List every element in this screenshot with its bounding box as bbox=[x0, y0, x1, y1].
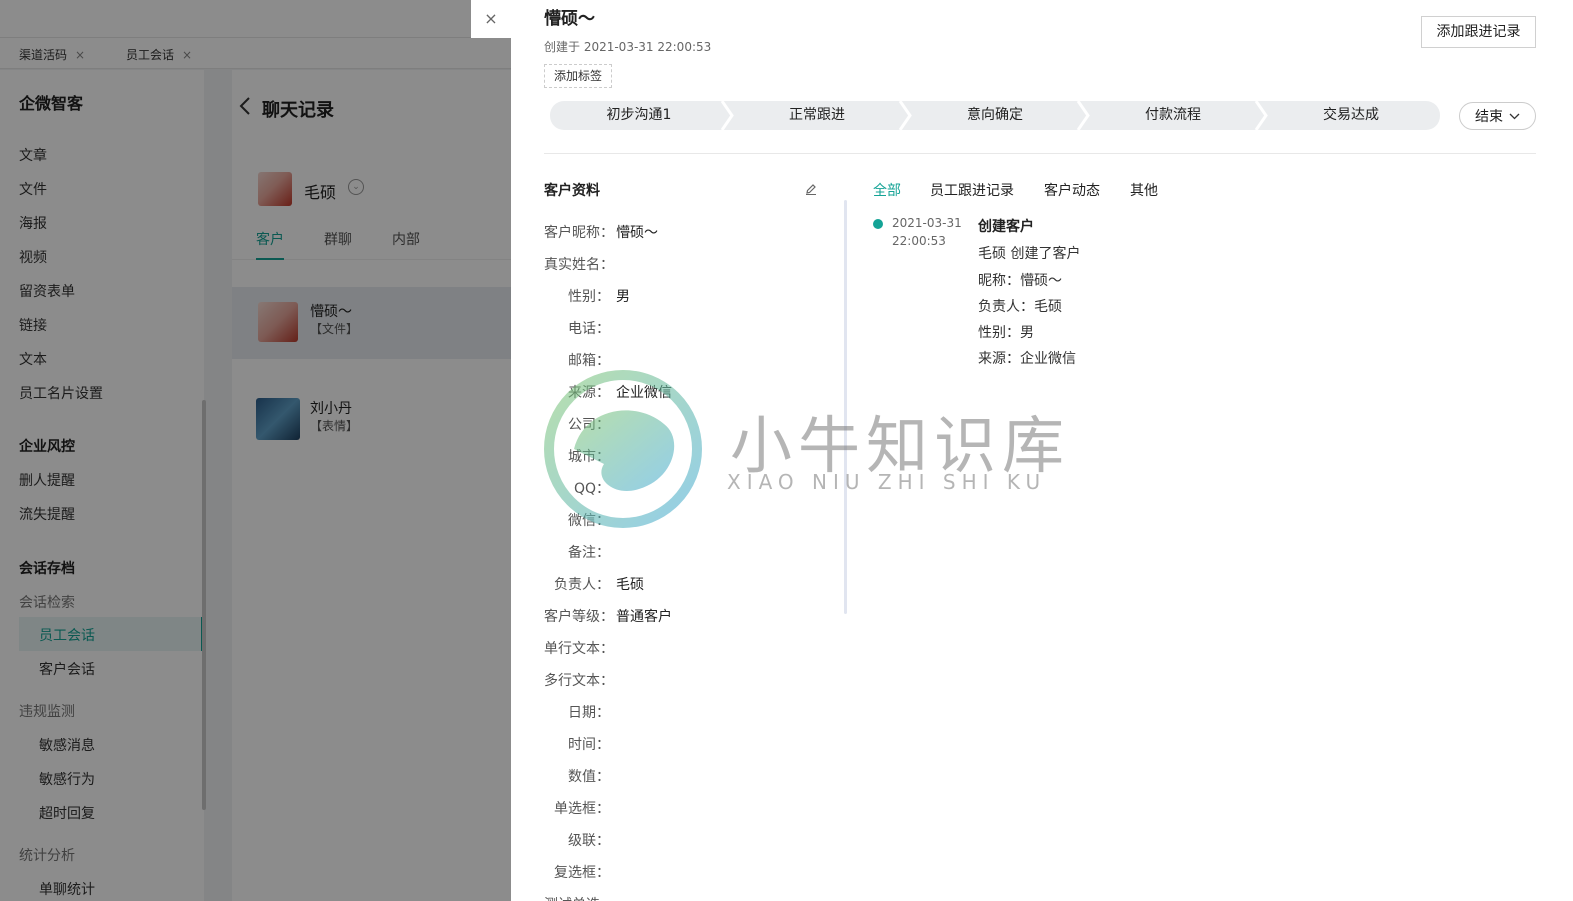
field-label: 单选框： bbox=[554, 801, 610, 817]
timeline-line: 来源：企业微信 bbox=[978, 351, 1076, 367]
timeline-line: 负责人：毛硕 bbox=[978, 299, 1062, 315]
field-value: 男 bbox=[616, 289, 630, 305]
field-label: 城市： bbox=[568, 449, 610, 465]
stage-item[interactable]: 初步沟通1 bbox=[550, 101, 728, 130]
stage-separator bbox=[1254, 101, 1268, 130]
stage-progress: 初步沟通1 正常跟进 意向确定 付款流程 交易达成 bbox=[550, 101, 1440, 130]
stage-separator bbox=[898, 101, 912, 130]
field-label: 性别： bbox=[568, 289, 610, 305]
field-label: 级联： bbox=[568, 833, 610, 849]
timeline-line: 性别：男 bbox=[978, 325, 1034, 341]
customer-info-title: 客户资料 bbox=[544, 183, 600, 199]
field-label: 单行文本： bbox=[544, 641, 614, 657]
field-label: 时间： bbox=[568, 737, 610, 753]
field-label: 测试单选 bbox=[544, 894, 624, 901]
tab-other[interactable]: 其他 bbox=[1130, 180, 1158, 200]
watermark-text-en: XIAO NIU ZHI SHI KU bbox=[727, 470, 1047, 494]
add-follow-record-button[interactable]: 添加跟进记录 bbox=[1421, 16, 1536, 48]
stage-item[interactable]: 意向确定 bbox=[906, 101, 1084, 130]
field-value: 懵硕～ bbox=[616, 225, 658, 241]
field-value: 普通客户 bbox=[616, 609, 672, 625]
customer-title: 懵硕～ bbox=[544, 9, 595, 29]
timeline-title: 创建客户 bbox=[978, 219, 1034, 235]
field-label: 负责人： bbox=[554, 577, 610, 593]
timeline-time: 2021-03-31 22:00:53 bbox=[892, 214, 972, 250]
field-value: 企业微信 bbox=[616, 385, 672, 401]
stage-separator bbox=[720, 101, 734, 130]
field-label: 邮箱： bbox=[568, 353, 610, 369]
timeline-line: 昵称：懵硕～ bbox=[978, 273, 1062, 289]
field-label: 真实姓名： bbox=[544, 257, 614, 273]
stage-separator bbox=[1076, 101, 1090, 130]
field-label: QQ： bbox=[573, 481, 610, 497]
field-label: 公司： bbox=[568, 417, 610, 433]
field-label: 备注： bbox=[568, 545, 610, 561]
timeline-date: 2021-03-31 bbox=[892, 216, 962, 230]
tab-all[interactable]: 全部 bbox=[873, 180, 901, 200]
field-label: 日期： bbox=[568, 705, 610, 721]
field-label: 来源： bbox=[568, 385, 610, 401]
field-label: 电话： bbox=[568, 321, 610, 337]
end-dropdown-button[interactable]: 结束 bbox=[1459, 102, 1536, 130]
tab-customer-activity[interactable]: 客户动态 bbox=[1044, 180, 1100, 200]
field-label: 数值： bbox=[568, 769, 610, 785]
end-button-label: 结束 bbox=[1475, 109, 1503, 125]
chevron-down-icon bbox=[1509, 113, 1520, 119]
field-label: 客户昵称： bbox=[544, 225, 614, 241]
created-time: 创建于 2021-03-31 22:00:53 bbox=[544, 40, 712, 54]
close-drawer-button[interactable]: × bbox=[471, 0, 511, 38]
field-label: 多行文本： bbox=[544, 673, 614, 689]
tab-employee-records[interactable]: 员工跟进记录 bbox=[930, 180, 1014, 200]
edit-icon[interactable] bbox=[804, 182, 818, 196]
field-label: 复选框： bbox=[554, 865, 610, 881]
add-tag-button[interactable]: 添加标签 bbox=[544, 64, 613, 88]
stage-item[interactable]: 付款流程 bbox=[1084, 101, 1262, 130]
field-value: 毛硕 bbox=[616, 577, 644, 593]
stage-item[interactable]: 正常跟进 bbox=[728, 101, 906, 130]
field-label: 微信： bbox=[568, 513, 610, 529]
field-label: 客户等级： bbox=[544, 609, 614, 625]
timeline-clock: 22:00:53 bbox=[892, 234, 946, 248]
timeline-line: 毛硕 创建了客户 bbox=[978, 246, 1081, 262]
divider bbox=[544, 153, 1536, 154]
timeline-dot bbox=[873, 219, 883, 229]
stage-item[interactable]: 交易达成 bbox=[1262, 101, 1440, 130]
